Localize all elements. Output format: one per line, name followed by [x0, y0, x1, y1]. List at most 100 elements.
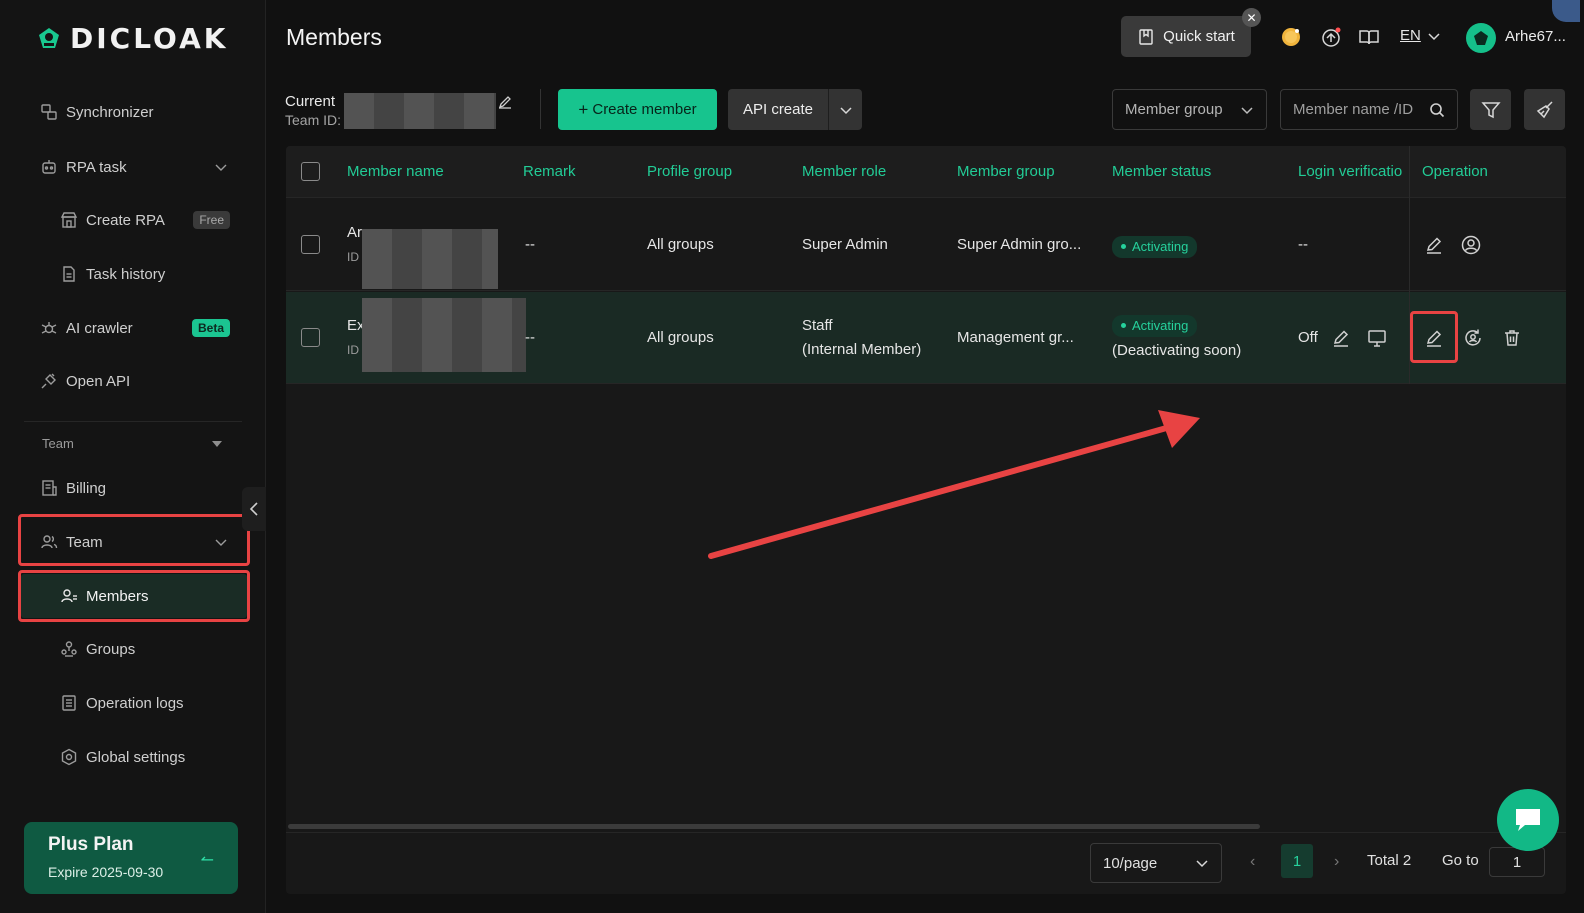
- sidebar-item-groups[interactable]: Groups: [60, 634, 230, 664]
- column-header-member-role[interactable]: Member role: [802, 163, 886, 180]
- sidebar-item-task-history[interactable]: Task history: [60, 259, 230, 289]
- sidebar-item-label: AI crawler: [66, 319, 133, 337]
- sidebar-item-label: Operation logs: [86, 694, 184, 712]
- table-row: Ex ID -- All groups Staff (Internal Memb…: [286, 292, 1566, 384]
- upgrade-arrow-icon[interactable]: ↼: [201, 850, 214, 870]
- remark-cell: --: [525, 236, 535, 253]
- refresh-user-icon[interactable]: [1463, 328, 1483, 348]
- column-header-member-status[interactable]: Member status: [1112, 163, 1211, 180]
- chat-support-button[interactable]: [1497, 789, 1559, 851]
- member-status-cell: Activating: [1112, 233, 1198, 258]
- member-group-select[interactable]: Member group: [1112, 89, 1267, 130]
- column-header-login-verification[interactable]: Login verificatio: [1298, 163, 1408, 180]
- sidebar-item-create-rpa[interactable]: Create RPA Free: [60, 205, 230, 235]
- sidebar-item-label: Synchronizer: [66, 103, 154, 121]
- member-role-sub: (Internal Member): [802, 341, 922, 358]
- close-icon[interactable]: ✕: [1242, 8, 1261, 27]
- goto-label: Go to: [1442, 852, 1479, 869]
- sidebar-item-operation-logs[interactable]: Operation logs: [60, 688, 230, 718]
- redacted-member-info: [362, 298, 526, 372]
- section-label: Team: [42, 436, 74, 451]
- column-header-profile-group[interactable]: Profile group: [647, 163, 732, 180]
- upload-notification-icon[interactable]: [1321, 26, 1343, 48]
- search-icon[interactable]: [1429, 102, 1445, 118]
- trash-icon[interactable]: [1502, 328, 1522, 348]
- status-label: Activating: [1132, 317, 1189, 333]
- status-note: (Deactivating soon): [1112, 342, 1242, 359]
- sidebar-item-global-settings[interactable]: Global settings: [60, 742, 230, 772]
- create-member-button[interactable]: + Create member: [558, 89, 717, 130]
- sidebar-divider: [24, 421, 242, 422]
- page-size-select[interactable]: 10/page: [1090, 843, 1222, 883]
- login-verification-cell: Off: [1298, 329, 1318, 346]
- sidebar-item-ai-crawler[interactable]: AI crawler Beta: [40, 313, 230, 343]
- member-search: [1280, 89, 1458, 130]
- avatar[interactable]: [1466, 23, 1496, 53]
- browser-extension-icon[interactable]: [1552, 0, 1580, 22]
- edit-icon[interactable]: [1424, 235, 1444, 255]
- row-checkbox[interactable]: [301, 328, 320, 347]
- member-name-prefix: Ar: [347, 224, 362, 241]
- sidebar-collapse-button[interactable]: [242, 487, 266, 531]
- broom-icon: [1536, 100, 1553, 118]
- settings-icon: [61, 748, 77, 766]
- member-role-cell: Staff: [802, 317, 833, 334]
- next-page-icon[interactable]: ›: [1334, 853, 1339, 871]
- api-create-button[interactable]: API create: [728, 89, 862, 130]
- filter-button[interactable]: [1470, 89, 1511, 130]
- select-all-checkbox[interactable]: [301, 162, 320, 181]
- language-selector[interactable]: EN: [1400, 27, 1441, 44]
- column-header-member-name[interactable]: Member name: [347, 163, 444, 180]
- coin-icon[interactable]: [1280, 26, 1302, 48]
- clear-broom-button[interactable]: [1524, 89, 1565, 130]
- search-input[interactable]: [1293, 101, 1423, 118]
- prev-page-icon[interactable]: ‹: [1250, 853, 1255, 871]
- sidebar-item-open-api[interactable]: Open API: [40, 366, 230, 396]
- sidebar-item-synchronizer[interactable]: Synchronizer: [40, 97, 230, 127]
- quick-start-button[interactable]: Quick start: [1121, 16, 1251, 57]
- username[interactable]: Arhe67...: [1505, 28, 1566, 45]
- language-label: EN: [1400, 27, 1421, 44]
- team-id-label: Team ID:: [285, 112, 342, 128]
- plus-icon: +: [578, 99, 589, 119]
- monitor-icon[interactable]: [1367, 328, 1387, 348]
- member-status-cell: Activating: [1112, 312, 1198, 337]
- profile-group-cell: All groups: [647, 236, 714, 253]
- column-header-member-group[interactable]: Member group: [957, 163, 1055, 180]
- sidebar-item-billing[interactable]: Billing: [40, 473, 230, 503]
- user-profile-icon[interactable]: [1461, 235, 1481, 255]
- edit-icon[interactable]: [1424, 328, 1444, 348]
- api-create-dropdown[interactable]: [829, 103, 862, 117]
- horizontal-scrollbar[interactable]: [288, 824, 1260, 829]
- sidebar-item-label: Billing: [66, 479, 107, 497]
- goto-page-input[interactable]: [1489, 847, 1545, 877]
- robot-icon: [42, 160, 56, 174]
- dicloak-logo-icon: [39, 27, 59, 48]
- login-verification-cell: --: [1298, 236, 1308, 253]
- plan-card[interactable]: Plus Plan Expire 2025-09-30 ↼: [24, 822, 238, 894]
- member-role-cell: Super Admin: [802, 236, 888, 253]
- invoice-icon: [42, 480, 57, 496]
- sidebar-item-rpa-task[interactable]: RPA task: [40, 152, 230, 182]
- column-header-remark[interactable]: Remark: [523, 163, 576, 180]
- book-open-icon[interactable]: [1358, 26, 1380, 48]
- caret-down-icon: [212, 440, 222, 447]
- book-bookmark-icon: [1139, 28, 1153, 45]
- chevron-down-icon: [1196, 860, 1208, 868]
- row-checkbox[interactable]: [301, 235, 320, 254]
- chevron-down-icon: [839, 106, 852, 114]
- edit-team-name-icon[interactable]: [498, 95, 512, 109]
- create-member-label: Create member: [592, 101, 697, 118]
- chat-bubble-icon: [1516, 809, 1540, 831]
- sidebar-item-label: Groups: [86, 640, 136, 658]
- highlight-members-annotation: [18, 570, 250, 622]
- status-badge: Activating: [1112, 314, 1198, 337]
- redacted-member-info: [362, 229, 498, 289]
- sidebar: DICLOAK Synchronizer RPA task Create RPA…: [0, 0, 266, 913]
- toolbar-divider: [540, 89, 541, 129]
- edit-login-verification-icon[interactable]: [1331, 328, 1351, 348]
- sidebar-section-team[interactable]: Team: [42, 436, 222, 451]
- table-header: Member name Remark Profile group Member …: [286, 146, 1566, 198]
- brand-logo[interactable]: DICLOAK: [36, 22, 228, 55]
- page-number-current[interactable]: 1: [1281, 844, 1313, 878]
